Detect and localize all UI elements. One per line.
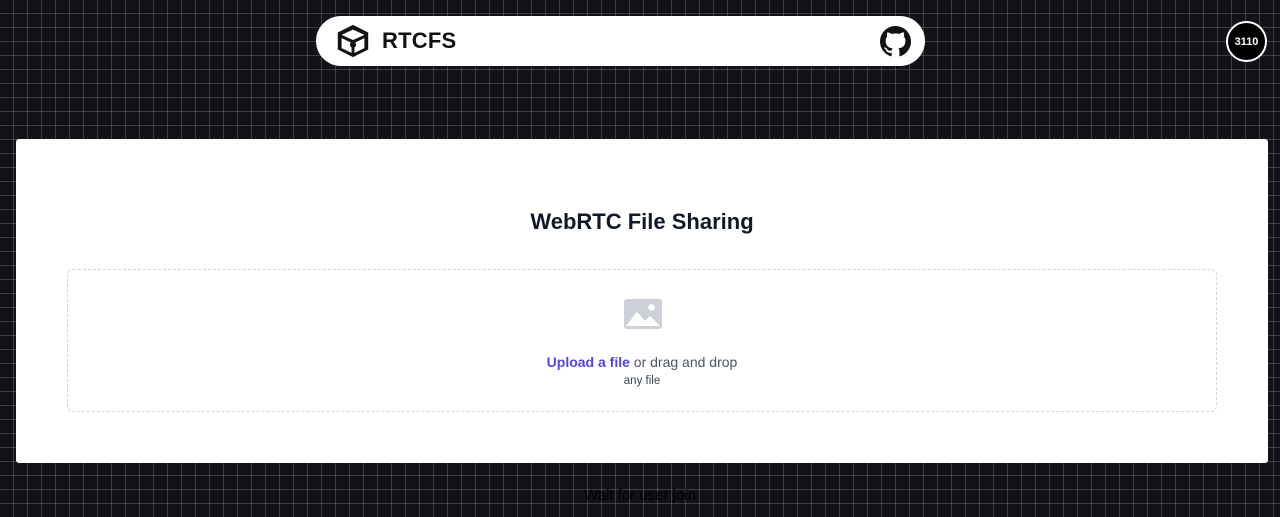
github-link[interactable] <box>879 25 911 57</box>
page-title: WebRTC File Sharing <box>530 209 754 234</box>
file-dropzone[interactable]: Upload a file or drag and drop any file <box>67 269 1217 412</box>
file-sharing-card: WebRTC File Sharing Upload a file or dra… <box>16 139 1268 463</box>
drag-drop-text: or drag and drop <box>629 354 738 370</box>
brand-name: RTCFS <box>382 28 457 53</box>
top-navbar: RTCFS <box>316 16 925 66</box>
box-logo-icon <box>334 22 372 60</box>
github-icon <box>879 25 911 57</box>
upload-file-link[interactable]: Upload a file <box>547 354 630 370</box>
image-icon <box>623 298 663 330</box>
file-type-hint: any file <box>623 375 661 387</box>
upload-instructions: Upload a file or drag and drop <box>68 354 1216 370</box>
user-count-badge: 3110 <box>1226 21 1267 62</box>
connection-status-text: Wait for user join <box>584 487 696 504</box>
brand-home-link[interactable]: RTCFS <box>334 22 456 60</box>
